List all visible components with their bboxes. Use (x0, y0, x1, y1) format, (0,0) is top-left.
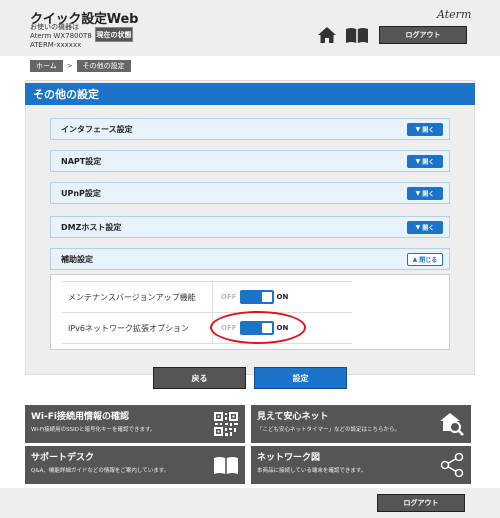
expand-button[interactable]: ▼ 開く (407, 186, 443, 200)
chevron-down-icon: ▼ (415, 189, 421, 197)
section-label: インタフェース設定 (61, 124, 133, 134)
maintenance-upgrade-toggle[interactable]: OFF ON (221, 290, 288, 304)
breadcrumb-current: その他の設定 (76, 60, 131, 72)
tile-description: 「こども安心ネットタイマー」などの設定はこちらから。 (257, 427, 401, 433)
section-label: DMZホスト設定 (61, 222, 122, 232)
house-search-icon (440, 413, 464, 436)
logout-button-top[interactable]: ログアウト (379, 26, 467, 44)
setting-label: メンテナンスバージョンアップ機能 (68, 292, 196, 302)
expand-button[interactable]: ▼ 開く (407, 220, 443, 234)
toggle-off-label: OFF (221, 293, 237, 301)
section-upnp[interactable]: UPnP設定 ▼ 開く (50, 182, 450, 204)
section-interface[interactable]: インタフェース設定 ▼ 開く (50, 118, 450, 140)
tile-wifi-info[interactable]: Wi-Fi接続用情報の確認 Wi-Fi接続用のSSIDと暗号化キーを確認できます… (25, 405, 245, 443)
breadcrumb-separator: > (66, 62, 73, 70)
tile-description: Q&A、機能詳細ガイドなどの情報をご案内しています。 (31, 468, 170, 474)
chevron-down-icon: ▼ (415, 125, 421, 133)
section-label: NAPT設定 (61, 156, 102, 166)
toggle-knob (261, 292, 272, 302)
tile-network-map[interactable]: ネットワーク図 本商品に接続している端末を確認できます。 (251, 446, 471, 484)
device-info-line: お使いの機器は (30, 23, 79, 31)
header: クイック設定Web お使いの機器は Aterm WX7800T8 ATERM-x… (0, 0, 500, 56)
row-divider (212, 281, 213, 313)
tile-title: サポートデスク (31, 453, 95, 463)
device-info: お使いの機器は Aterm WX7800T8 ATERM-xxxxxx (30, 23, 92, 50)
toggle-on-label: ON (276, 293, 289, 301)
section-napt[interactable]: NAPT設定 ▼ 開く (50, 150, 450, 172)
chevron-down-icon: ▼ (415, 157, 421, 165)
expand-button-label: 開く (422, 126, 435, 134)
logout-button-bottom[interactable]: ログアウト (377, 494, 465, 512)
home-icon[interactable] (317, 26, 337, 44)
device-model: Aterm WX7800T8 (30, 32, 92, 40)
page-title: その他の設定 (25, 83, 475, 105)
apply-button[interactable]: 設定 (254, 367, 347, 389)
expand-button-label: 開く (422, 224, 435, 232)
section-label: UPnP設定 (61, 188, 101, 198)
tile-description: 本商品に接続している端末を確認できます。 (257, 468, 367, 474)
breadcrumb: ホーム > その他の設定 (30, 60, 131, 72)
qr-code-icon (214, 412, 238, 436)
section-auxiliary[interactable]: 補助設定 ▲ 閉じる (50, 248, 450, 270)
device-name: ATERM-xxxxxx (30, 41, 82, 49)
setting-label: IPv6ネットワーク拡張オプション (68, 323, 190, 333)
expand-button-label: 開く (422, 190, 435, 198)
share-network-icon (440, 452, 464, 478)
breadcrumb-home[interactable]: ホーム (30, 60, 63, 72)
maintenance-upgrade-row: メンテナンスバージョンアップ機能 OFF ON (62, 281, 352, 313)
section-label: 補助設定 (61, 254, 93, 264)
expand-button[interactable]: ▼ 開く (407, 122, 443, 136)
book-icon (214, 457, 238, 474)
tile-support-desk[interactable]: サポートデスク Q&A、機能詳細ガイドなどの情報をご案内しています。 (25, 446, 245, 484)
highlight-circle (210, 311, 306, 344)
collapse-button[interactable]: ▲ 閉じる (407, 252, 443, 266)
tile-title: ネットワーク図 (257, 453, 321, 463)
tile-title: 見えて安心ネット (257, 412, 329, 422)
tile-title: Wi-Fi接続用情報の確認 (31, 412, 129, 422)
chevron-up-icon: ▲ (412, 255, 418, 263)
section-dmz[interactable]: DMZホスト設定 ▼ 開く (50, 216, 450, 238)
manual-book-icon[interactable] (345, 27, 369, 44)
expand-button-label: 開く (422, 158, 435, 166)
tile-parental-control[interactable]: 見えて安心ネット 「こども安心ネットタイマー」などの設定はこちらから。 (251, 405, 471, 443)
tile-description: Wi-Fi接続用のSSIDと暗号化キーを確認できます。 (31, 427, 156, 433)
chevron-down-icon: ▼ (415, 223, 421, 231)
toggle-switch[interactable] (239, 290, 274, 304)
expand-button[interactable]: ▼ 開く (407, 154, 443, 168)
ipv6-extension-row: IPv6ネットワーク拡張オプション OFF ON (62, 312, 352, 344)
current-status-button[interactable]: 現在の状態 (95, 27, 133, 42)
collapse-button-label: 閉じる (419, 256, 438, 264)
brand-logo: Aterm (437, 8, 472, 21)
back-button[interactable]: 戻る (153, 367, 246, 389)
